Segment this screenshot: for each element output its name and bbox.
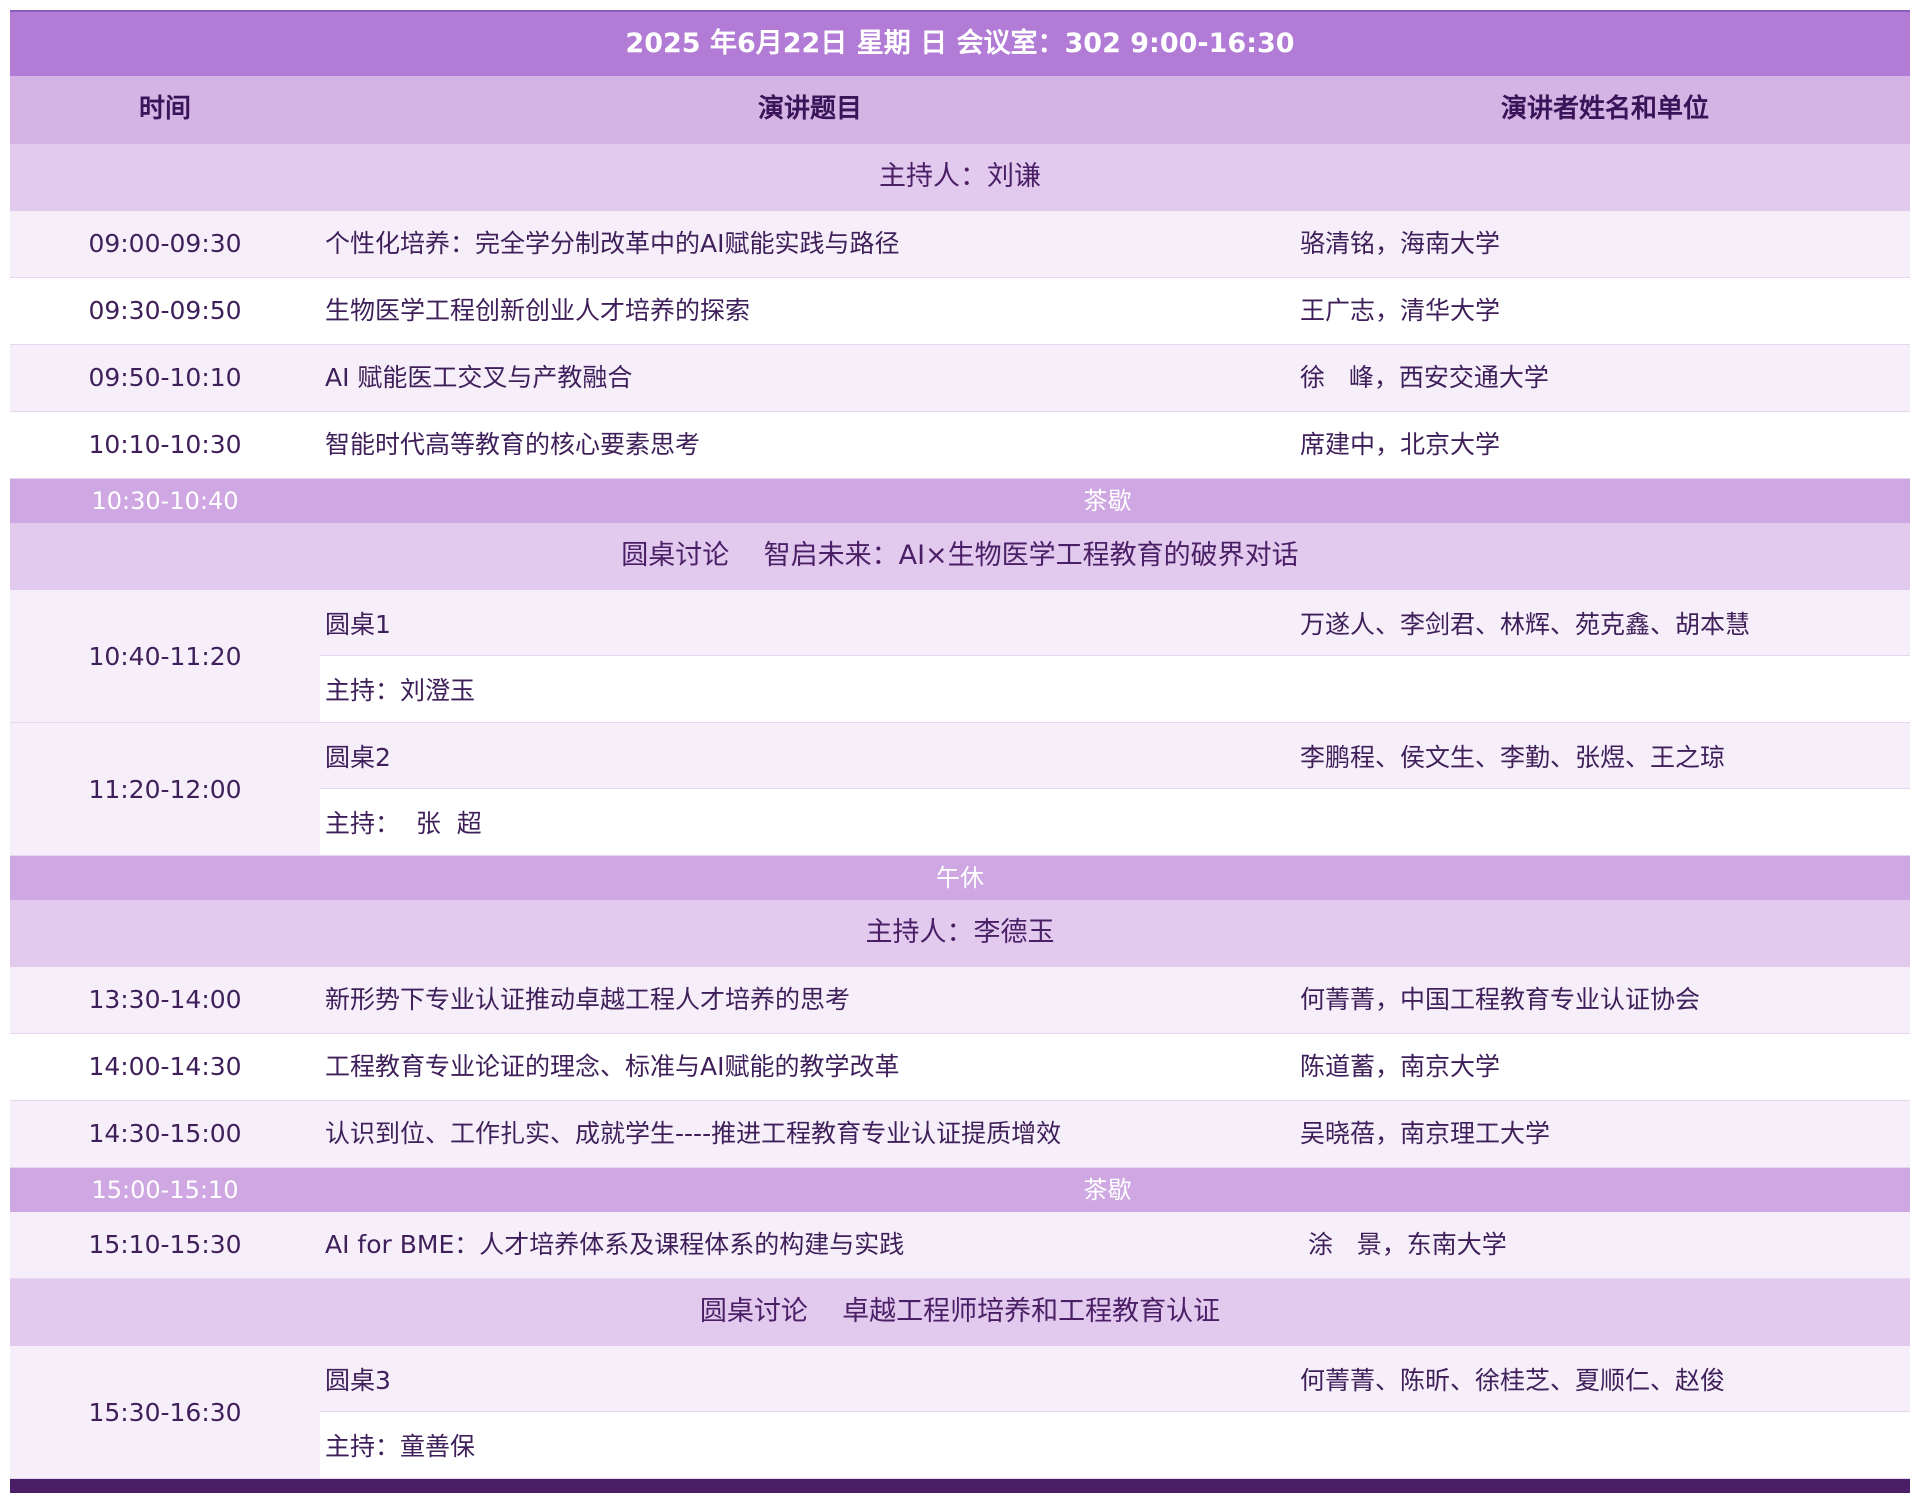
talk-title: 新形势下专业认证推动卓越工程人才培养的思考 xyxy=(325,985,851,1014)
roundtable-block: 10:40-11:20 圆桌1 万遂人、李剑君、林辉、苑克鑫、胡本慧 主持：刘澄… xyxy=(10,590,1910,723)
column-header-title: 演讲题目 xyxy=(757,94,862,125)
section-label: 主持人：刘谦 xyxy=(879,161,1041,193)
talk-speaker: 吴晓蓓，南京理工大学 xyxy=(1300,1119,1551,1148)
talk-title: AI 赋能医工交叉与产教融合 xyxy=(325,363,633,392)
roundtable-name: 圆桌1 xyxy=(325,609,391,639)
roundtable-host: 主持： 张 超 xyxy=(325,809,482,838)
roundtable-members-row: 圆桌3 何菁菁、陈昕、徐桂芝、夏顺仁、赵俊 xyxy=(320,1346,1910,1412)
schedule-title: 2025 年6月22日 星期 日 会议室：302 9:00-16:30 xyxy=(625,27,1295,59)
lunch-break-row: 午休 xyxy=(10,856,1910,900)
table-row: 09:30-09:50 生物医学工程创新创业人才培养的探索 王广志，清华大学 xyxy=(10,278,1910,345)
roundtable-body: 圆桌3 何菁菁、陈昕、徐桂芝、夏顺仁、赵俊 主持：童善保 xyxy=(320,1346,1910,1478)
roundtable-host-row: 主持： 张 超 xyxy=(320,789,1910,855)
tea-break-row: 10:30-10:40 茶歇 xyxy=(10,479,1910,523)
roundtable-time: 11:20-12:00 xyxy=(10,723,320,855)
roundtable-block: 11:20-12:00 圆桌2 李鹏程、侯文生、李勤、张煜、王之琼 主持： 张 … xyxy=(10,723,1910,856)
break-time: 15:00-15:10 xyxy=(91,1175,239,1204)
column-header-row: 时间 演讲题目 演讲者姓名和单位 xyxy=(10,76,1910,144)
talk-title: 智能时代高等教育的核心要素思考 xyxy=(325,430,701,459)
talk-title: 个性化培养：完全学分制改革中的AI赋能实践与路径 xyxy=(325,229,900,258)
roundtable-name: 圆桌3 xyxy=(325,1365,391,1395)
talk-title: AI for BME：人才培养体系及课程体系的构建与实践 xyxy=(325,1230,905,1259)
schedule-title-row: 2025 年6月22日 星期 日 会议室：302 9:00-16:30 xyxy=(10,12,1910,76)
talk-speaker: 何菁菁，中国工程教育专业认证协会 xyxy=(1300,985,1701,1014)
table-row: 15:10-15:30 AI for BME：人才培养体系及课程体系的构建与实践… xyxy=(10,1212,1910,1279)
lunch-label: 午休 xyxy=(936,863,984,892)
break-label: 茶歇 xyxy=(1083,486,1132,515)
section-host-morning: 主持人：刘谦 xyxy=(10,144,1910,211)
section-panel-2: 圆桌讨论 卓越工程师培养和工程教育认证 xyxy=(10,1279,1910,1346)
section-host-afternoon: 主持人：李德玉 xyxy=(10,900,1910,967)
talk-time: 09:50-10:10 xyxy=(88,363,242,392)
table-row: 09:00-09:30 个性化培养：完全学分制改革中的AI赋能实践与路径 骆清铭… xyxy=(10,211,1910,278)
roundtable-members: 何菁菁、陈昕、徐桂芝、夏顺仁、赵俊 xyxy=(1300,1365,1726,1395)
roundtable-block: 15:30-16:30 圆桌3 何菁菁、陈昕、徐桂芝、夏顺仁、赵俊 主持：童善保 xyxy=(10,1346,1910,1479)
break-time: 10:30-10:40 xyxy=(91,486,239,515)
table-row: 14:30-15:00 认识到位、工作扎实、成就学生----推进工程教育专业认证… xyxy=(10,1101,1910,1168)
break-label: 茶歇 xyxy=(1083,1175,1132,1204)
section-label: 圆桌讨论 卓越工程师培养和工程教育认证 xyxy=(699,1296,1221,1328)
talk-title: 生物医学工程创新创业人才培养的探索 xyxy=(325,296,751,325)
roundtable-members-row: 圆桌2 李鹏程、侯文生、李勤、张煜、王之琼 xyxy=(320,723,1910,789)
talk-speaker: 陈道蓄，南京大学 xyxy=(1300,1052,1501,1081)
column-header-time: 时间 xyxy=(138,94,191,125)
table-row: 09:50-10:10 AI 赋能医工交叉与产教融合 徐 峰，西安交通大学 xyxy=(10,345,1910,412)
tea-break-row: 15:00-15:10 茶歇 xyxy=(10,1168,1910,1212)
section-panel-1: 圆桌讨论 智启未来：AI×生物医学工程教育的破界对话 xyxy=(10,523,1910,590)
roundtable-members: 李鹏程、侯文生、李勤、张煜、王之琼 xyxy=(1300,742,1726,772)
table-row: 14:00-14:30 工程教育专业论证的理念、标准与AI赋能的教学改革 陈道蓄… xyxy=(10,1034,1910,1101)
talk-speaker: 涂 景，东南大学 xyxy=(1300,1230,1507,1259)
bottom-bar xyxy=(10,1479,1910,1493)
roundtable-name: 圆桌2 xyxy=(325,742,391,772)
talk-speaker: 王广志，清华大学 xyxy=(1300,296,1501,325)
talk-speaker: 骆清铭，海南大学 xyxy=(1300,229,1501,258)
talk-title: 工程教育专业论证的理念、标准与AI赋能的教学改革 xyxy=(325,1052,900,1081)
talk-time: 09:00-09:30 xyxy=(88,229,242,258)
roundtable-body: 圆桌1 万遂人、李剑君、林辉、苑克鑫、胡本慧 主持：刘澄玉 xyxy=(320,590,1910,722)
roundtable-host-row: 主持：童善保 xyxy=(320,1412,1910,1478)
talk-time: 09:30-09:50 xyxy=(88,296,242,325)
roundtable-time: 10:40-11:20 xyxy=(10,590,320,722)
talk-time: 13:30-14:00 xyxy=(88,985,242,1014)
roundtable-host-row: 主持：刘澄玉 xyxy=(320,656,1910,722)
schedule-table: 2025 年6月22日 星期 日 会议室：302 9:00-16:30 时间 演… xyxy=(10,10,1910,1493)
roundtable-members-row: 圆桌1 万遂人、李剑君、林辉、苑克鑫、胡本慧 xyxy=(320,590,1910,656)
table-row: 13:30-14:00 新形势下专业认证推动卓越工程人才培养的思考 何菁菁，中国… xyxy=(10,967,1910,1034)
talk-time: 10:10-10:30 xyxy=(88,430,242,459)
roundtable-host: 主持：童善保 xyxy=(325,1432,476,1461)
talk-speaker: 席建中，北京大学 xyxy=(1300,430,1501,459)
talk-time: 15:10-15:30 xyxy=(88,1230,242,1259)
roundtable-host: 主持：刘澄玉 xyxy=(325,676,476,705)
talk-time: 14:30-15:00 xyxy=(88,1119,242,1148)
talk-speaker: 徐 峰，西安交通大学 xyxy=(1300,363,1549,392)
talk-time: 14:00-14:30 xyxy=(88,1052,242,1081)
roundtable-members: 万遂人、李剑君、林辉、苑克鑫、胡本慧 xyxy=(1300,609,1751,639)
table-row: 10:10-10:30 智能时代高等教育的核心要素思考 席建中，北京大学 xyxy=(10,412,1910,479)
talk-title: 认识到位、工作扎实、成就学生----推进工程教育专业认证提质增效 xyxy=(325,1119,1062,1148)
column-header-speaker: 演讲者姓名和单位 xyxy=(1500,94,1709,125)
roundtable-body: 圆桌2 李鹏程、侯文生、李勤、张煜、王之琼 主持： 张 超 xyxy=(320,723,1910,855)
section-label: 圆桌讨论 智启未来：AI×生物医学工程教育的破界对话 xyxy=(621,540,1299,572)
section-label: 主持人：李德玉 xyxy=(865,917,1055,949)
roundtable-time: 15:30-16:30 xyxy=(10,1346,320,1478)
